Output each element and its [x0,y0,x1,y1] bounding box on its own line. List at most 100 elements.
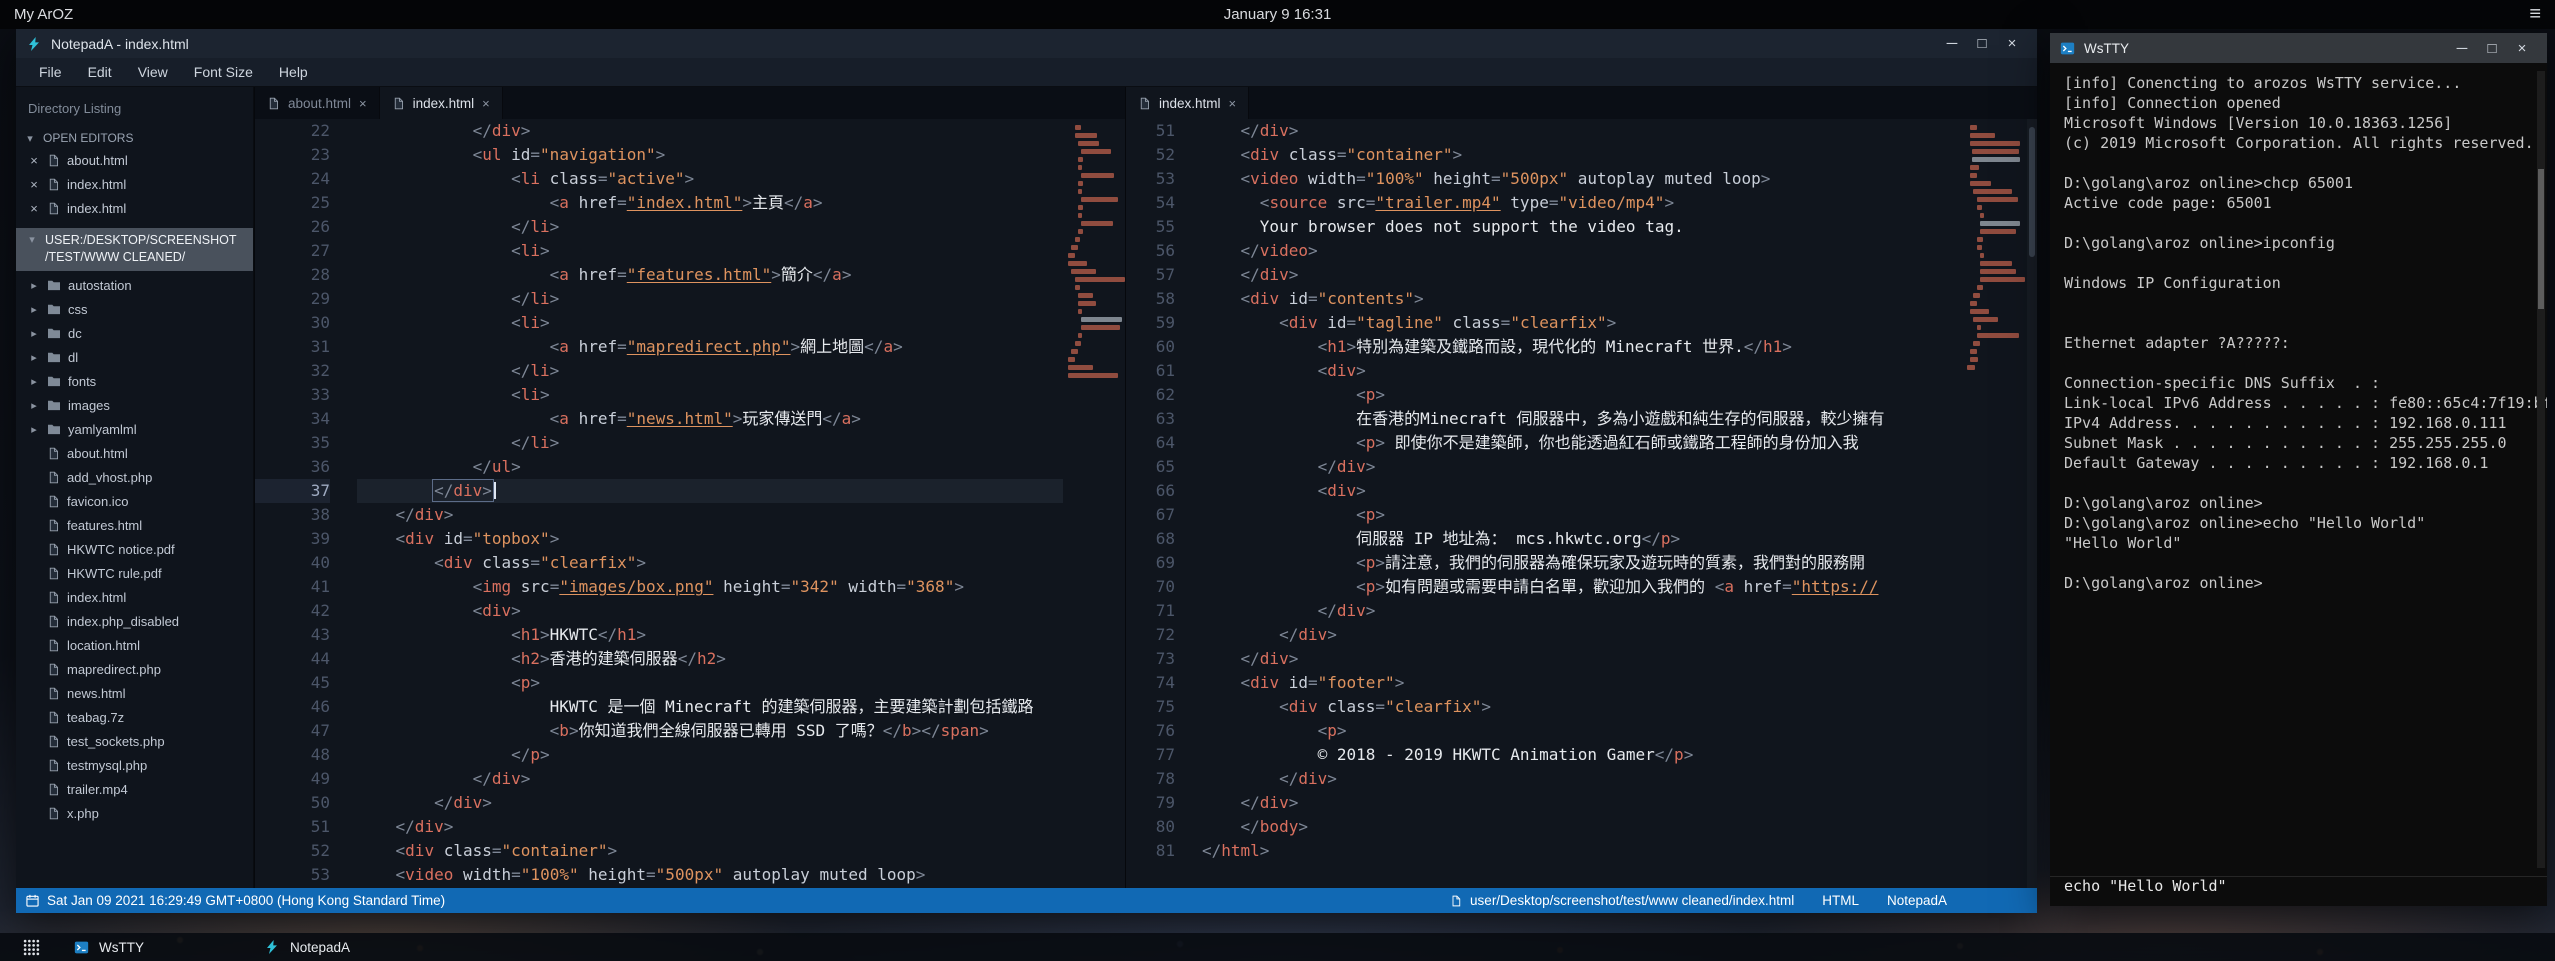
tree-folder-css[interactable]: ▸css [16,297,253,321]
code-line: </div> [1202,647,1965,671]
tree-file-trailer.mp4[interactable]: trailer.mp4 [16,777,253,801]
collapse-icon[interactable]: ▾ [24,132,36,145]
file-icon [47,759,60,772]
minimize-button[interactable]: ─ [2447,40,2477,57]
minimap-line [1078,293,1093,298]
close-editor-icon[interactable]: × [28,153,40,168]
menu-file[interactable]: File [26,58,75,87]
code-editor[interactable]: </div> <div class="container"> <video wi… [1190,119,1965,888]
tab-about.html[interactable]: about.html× [255,87,380,119]
expand-icon[interactable]: ▸ [28,303,40,316]
notepada-titlebar[interactable]: NotepadA - index.html ─ □ × [16,29,2037,58]
line-number: 72 [1126,623,1175,647]
terminal-output[interactable]: [info] Conencting to arozos WsTTY servic… [2050,63,2547,876]
tree-file-news.html[interactable]: news.html [16,681,253,705]
wstty-titlebar[interactable]: WsTTY ─ □ × [2050,33,2547,63]
tree-file-x.php[interactable]: x.php [16,801,253,825]
tree-file-add_vhost.php[interactable]: add_vhost.php [16,465,253,489]
expand-icon[interactable]: ▸ [28,399,40,412]
minimap-line [1081,221,1113,226]
close-tab-icon[interactable]: × [1229,96,1237,111]
code-line: <a href="mapredirect.php">網上地圖</a> [357,335,1063,359]
tree-file-about.html[interactable]: about.html [16,441,253,465]
scrollbar[interactable] [2537,71,2545,868]
statusbar-language[interactable]: HTML [1822,893,1859,908]
statusbar-filepath[interactable]: user/Desktop/screenshot/test/www cleaned… [1450,893,1794,908]
tree-folder-dc[interactable]: ▸dc [16,321,253,345]
code-editor[interactable]: </div> <ul id="navigation"> <li class="a… [345,119,1063,888]
code-area[interactable]: 2223242526272829303132333435363738394041… [255,119,1125,888]
minimize-button[interactable]: ─ [1937,35,1967,52]
terminal-input[interactable]: echo "Hello World" [2050,876,2547,906]
scrollbar-thumb[interactable] [2029,127,2035,257]
open-editors-header[interactable]: ▾ OPEN EDITORS [16,128,253,148]
tree-file-index.html[interactable]: index.html [16,585,253,609]
expand-icon[interactable]: ▸ [28,327,40,340]
expand-icon[interactable]: ▸ [28,351,40,364]
terminal-line: Active code page: 65001 [2064,193,2529,213]
line-number: 35 [255,431,330,455]
tree-file-features.html[interactable]: features.html [16,513,253,537]
tab-index.html[interactable]: index.html× [380,87,503,119]
system-brand[interactable]: My ArOZ [14,6,73,23]
hamburger-icon[interactable]: ≡ [2529,3,2541,26]
tree-folder-autostation[interactable]: ▸autostation [16,273,253,297]
minimap-line [1081,197,1118,202]
line-number: 64 [1126,431,1175,455]
code-line: </body> [1202,815,1965,839]
tree-file-favicon.ico[interactable]: favicon.ico [16,489,253,513]
tree-folder-fonts[interactable]: ▸fonts [16,369,253,393]
minimap-line [1970,309,1989,314]
tab-bar: index.html× [1126,87,2037,119]
taskbar-item-wstty[interactable]: WsTTY [62,933,252,961]
tree-file-test_sockets.php[interactable]: test_sockets.php [16,729,253,753]
line-number: 74 [1126,671,1175,695]
tab-index.html[interactable]: index.html× [1126,87,1249,119]
minimap[interactable] [1063,119,1125,888]
close-editor-icon[interactable]: × [28,177,40,192]
open-editor-item[interactable]: ×about.html [16,148,253,172]
tree-file-mapredirect.php[interactable]: mapredirect.php [16,657,253,681]
tree-file-teabag.7z[interactable]: teabag.7z [16,705,253,729]
tree-folder-images[interactable]: ▸images [16,393,253,417]
close-button[interactable]: × [2507,40,2537,57]
menu-font-size[interactable]: Font Size [181,58,266,87]
tree-file-index.php_disabled[interactable]: index.php_disabled [16,609,253,633]
terminal-line: Windows IP Configuration [2064,273,2529,293]
tree-file-HKWTC_notice.pdf[interactable]: HKWTC notice.pdf [16,537,253,561]
maximize-button[interactable]: □ [2477,40,2507,57]
close-editor-icon[interactable]: × [28,201,40,216]
expand-icon[interactable]: ▸ [28,423,40,436]
expand-icon[interactable]: ▸ [28,279,40,292]
app-grid-icon[interactable] [0,933,62,961]
line-number: 58 [1126,287,1175,311]
close-tab-icon[interactable]: × [359,96,367,111]
close-tab-icon[interactable]: × [482,96,490,111]
menu-edit[interactable]: Edit [75,58,125,87]
tree-root[interactable]: ▾ USER:/DESKTOP/SCREENSHOT /TEST/WWW CLE… [16,228,253,271]
window-controls: ─ □ × [2447,40,2537,57]
folder-icon [47,351,61,363]
close-button[interactable]: × [1997,35,2027,52]
expand-icon[interactable]: ▸ [28,375,40,388]
maximize-button[interactable]: □ [1967,35,1997,52]
tree-folder-dl[interactable]: ▸dl [16,345,253,369]
code-line: </div> [357,767,1063,791]
open-editor-item[interactable]: ×index.html [16,172,253,196]
tree-file-location.html[interactable]: location.html [16,633,253,657]
scrollbar-thumb[interactable] [2538,169,2544,309]
code-line: <b>你知道我們全線伺服器已轉用 SSD 了嗎？</b></span> [357,719,1063,743]
code-area[interactable]: 5152535455565758596061626364656667686970… [1126,119,2037,888]
open-editors-list: ×about.html×index.html×index.html [16,148,253,220]
taskbar-item-notepada[interactable]: NotepadA [252,933,442,961]
menu-view[interactable]: View [125,58,181,87]
collapse-icon[interactable]: ▾ [26,232,38,266]
tree-file-testmysql.php[interactable]: testmysql.php [16,753,253,777]
scrollbar[interactable] [2027,119,2037,888]
tree-file-HKWTC_rule.pdf[interactable]: HKWTC rule.pdf [16,561,253,585]
menu-help[interactable]: Help [266,58,321,87]
minimap[interactable] [1965,119,2027,888]
open-editor-item[interactable]: ×index.html [16,196,253,220]
code-line: <a href="features.html">簡介</a> [357,263,1063,287]
tree-folder-yamlyamlml[interactable]: ▸yamlyamlml [16,417,253,441]
